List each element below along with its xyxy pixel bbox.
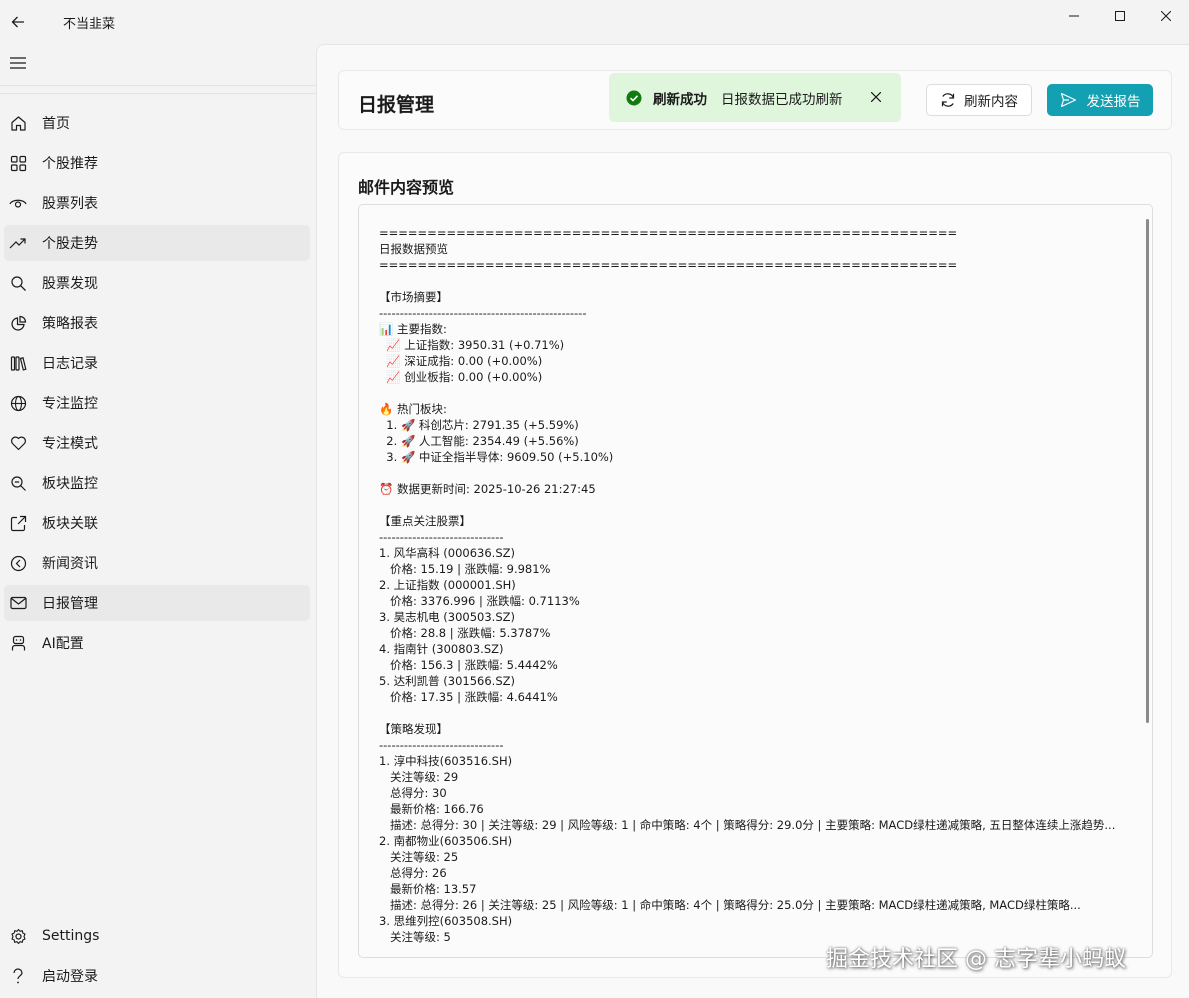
send-icon <box>1060 92 1076 108</box>
watermark: 掘金技术社区 @ 志字辈小蚂蚁 <box>826 947 1126 972</box>
sidebar-item-startup-login[interactable]: 启动登录 <box>4 958 310 994</box>
nav-bottom: Settings 启动登录 <box>0 918 316 998</box>
sidebar-item-sector-monitor[interactable]: 板块监控 <box>4 465 310 501</box>
sidebar-item-strategy-report[interactable]: 策略报表 <box>4 305 310 341</box>
sidebar-item-label: 专注监控 <box>42 396 98 412</box>
close-window-button[interactable] <box>1143 0 1189 32</box>
sidebar-item-label: 专注模式 <box>42 436 98 452</box>
toast-title: 刷新成功 <box>653 91 707 108</box>
pie-icon <box>8 313 28 333</box>
sidebar-item-sector-relation[interactable]: 板块关联 <box>4 505 310 541</box>
library-icon <box>8 353 28 373</box>
home-icon <box>8 113 28 133</box>
minimize-icon <box>1069 15 1079 17</box>
sidebar: 首页 个股推荐 股票列表 个股走势 股票发现 策略报表 日志记录 专注监控 专注… <box>0 44 316 998</box>
header-card: 日报管理 刷新成功 日报数据已成功刷新 刷新内容 发送报告 <box>338 70 1172 130</box>
minimize-button[interactable] <box>1051 0 1097 32</box>
menu-toggle-button[interactable] <box>0 48 36 78</box>
refresh-button[interactable]: 刷新内容 <box>926 84 1032 116</box>
gear-icon <box>8 926 28 946</box>
trend-icon <box>8 233 28 253</box>
sidebar-item-label: 日报管理 <box>42 596 98 612</box>
back-button[interactable] <box>0 4 36 40</box>
bot-icon <box>8 633 28 653</box>
mail-icon <box>8 593 28 613</box>
sidebar-item-label: 策略报表 <box>42 316 98 332</box>
sidebar-item-stock-trend[interactable]: 个股走势 <box>4 225 310 261</box>
preview-card: 邮件内容预览 =================================… <box>338 152 1172 978</box>
scrollbar[interactable] <box>1146 219 1149 723</box>
email-preview-box[interactable]: ========================================… <box>358 204 1153 958</box>
sidebar-item-ai-config[interactable]: AI配置 <box>4 625 310 661</box>
globe-icon <box>8 393 28 413</box>
close-icon <box>1161 11 1171 21</box>
sidebar-item-label: 股票列表 <box>42 196 98 212</box>
zoom-icon <box>8 473 28 493</box>
sidebar-item-stock-list[interactable]: 股票列表 <box>4 185 310 221</box>
maximize-button[interactable] <box>1097 0 1143 32</box>
eye-icon <box>8 193 28 213</box>
sidebar-item-stock-discover[interactable]: 股票发现 <box>4 265 310 301</box>
sidebar-item-settings[interactable]: Settings <box>4 918 310 954</box>
back-circle-icon <box>8 553 28 573</box>
nav-list: 首页 个股推荐 股票列表 个股走势 股票发现 策略报表 日志记录 专注监控 专注… <box>0 105 316 665</box>
section-title: 邮件内容预览 <box>358 178 455 197</box>
sidebar-item-stock-recommend[interactable]: 个股推荐 <box>4 145 310 181</box>
sidebar-item-label: 个股推荐 <box>42 156 98 172</box>
close-icon <box>871 92 881 102</box>
sidebar-item-label: 新闻资讯 <box>42 556 98 572</box>
check-circle-icon <box>626 90 642 105</box>
success-toast: 刷新成功 日报数据已成功刷新 <box>609 73 901 122</box>
sidebar-item-focus-mode[interactable]: 专注模式 <box>4 425 310 461</box>
send-button-label: 发送报告 <box>1086 94 1141 110</box>
question-icon <box>8 966 28 986</box>
sidebar-item-label: 板块关联 <box>42 516 98 532</box>
page-title: 日报管理 <box>358 94 435 116</box>
sidebar-item-label: 股票发现 <box>42 276 98 292</box>
share-icon <box>8 513 28 533</box>
sidebar-item-focus-monitor[interactable]: 专注监控 <box>4 385 310 421</box>
email-preview-text: ========================================… <box>379 226 1116 944</box>
sidebar-item-label: 首页 <box>42 116 70 132</box>
toast-message: 日报数据已成功刷新 <box>721 91 843 108</box>
sidebar-item-log[interactable]: 日志记录 <box>4 345 310 381</box>
maximize-icon <box>1115 11 1125 21</box>
sidebar-divider <box>0 85 316 86</box>
grid-icon <box>8 153 28 173</box>
sidebar-item-home[interactable]: 首页 <box>4 105 310 141</box>
back-arrow-icon <box>11 16 24 28</box>
sidebar-item-label: Settings <box>42 928 100 944</box>
window-controls <box>1051 0 1189 32</box>
toast-close-button[interactable] <box>868 89 884 105</box>
sidebar-item-label: AI配置 <box>42 636 84 652</box>
search-icon <box>8 273 28 293</box>
refresh-button-label: 刷新内容 <box>964 94 1018 110</box>
sidebar-item-label: 启动登录 <box>42 969 98 985</box>
sidebar-item-label: 板块监控 <box>42 476 98 492</box>
refresh-icon <box>941 93 955 107</box>
sidebar-item-news[interactable]: 新闻资讯 <box>4 545 310 581</box>
sidebar-item-label: 日志记录 <box>42 356 98 372</box>
sidebar-item-daily-report[interactable]: 日报管理 <box>4 585 310 621</box>
hamburger-icon <box>10 57 26 69</box>
sidebar-item-label: 个股走势 <box>42 236 98 252</box>
sidebar-divider <box>0 93 316 94</box>
heart-icon <box>8 433 28 453</box>
send-report-button[interactable]: 发送报告 <box>1047 84 1153 116</box>
app-title: 不当韭菜 <box>63 16 116 32</box>
title-bar: 不当韭菜 <box>0 0 1189 44</box>
